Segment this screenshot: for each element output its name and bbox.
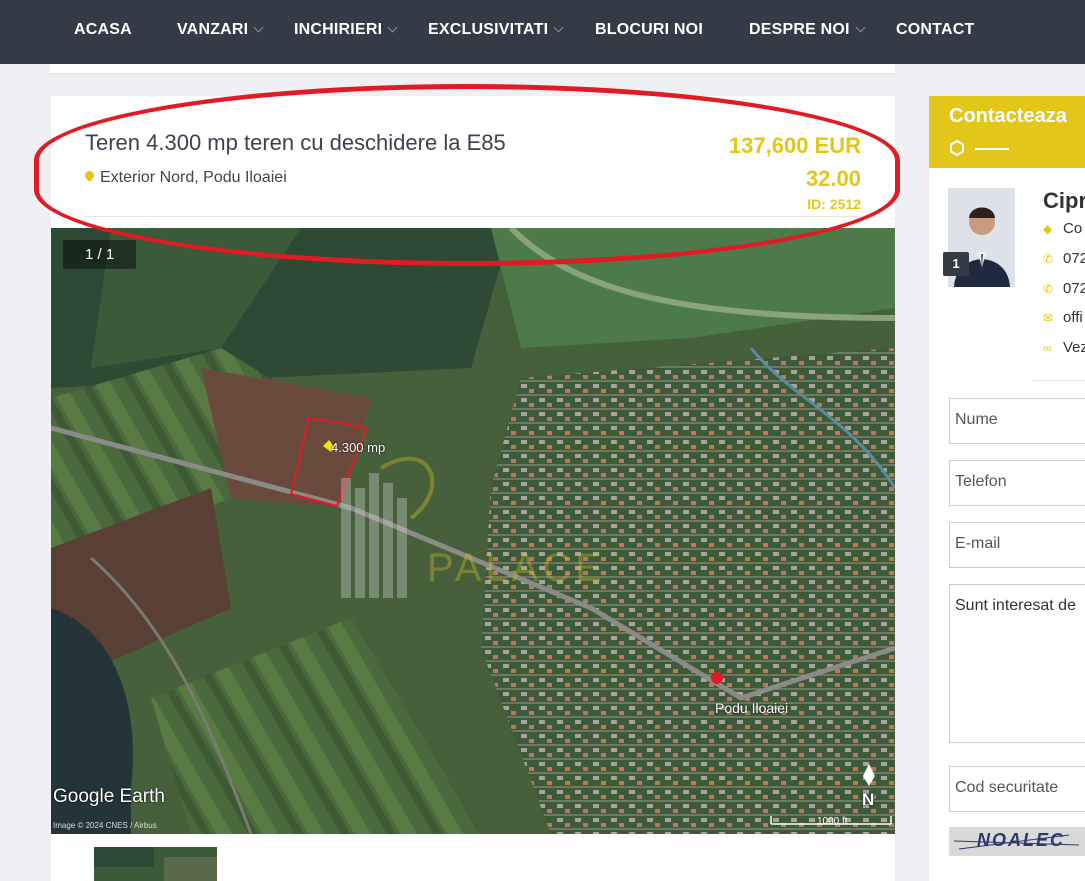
agent-info-email[interactable]: ✉ offi [1043, 309, 1083, 326]
nav-item-vanzari[interactable]: VANZARI [177, 21, 264, 39]
agent-badge: 1 [943, 252, 969, 276]
north-label: N [862, 790, 875, 809]
listing-location: Exterior Nord, Podu Iloaiei [83, 169, 287, 187]
nav-label: INCHIRIERI [294, 21, 383, 38]
name-field[interactable]: Nume [949, 398, 1085, 444]
chevron-down-icon [855, 22, 866, 33]
email-field[interactable]: E-mail [949, 522, 1085, 568]
info-text: Co [1063, 220, 1083, 237]
image-attribution: Image © 2024 CNES / Airbus [53, 821, 157, 830]
nav-label: BLOCURI NOI [595, 21, 703, 38]
phone-icon: ✆ [1043, 252, 1054, 266]
nav-label: DESPRE NOI [749, 21, 850, 38]
nav-item-acasa[interactable]: ACASA [74, 21, 132, 39]
info-text: Vez [1063, 339, 1085, 356]
nav-item-contact[interactable]: CONTACT [896, 21, 974, 39]
nav-item-exclusivitati[interactable]: EXCLUSIVITATI [428, 21, 564, 39]
envelope-icon: ✉ [1043, 311, 1054, 325]
info-text: offi [1063, 309, 1083, 326]
divider [1033, 380, 1085, 381]
chevron-down-icon [387, 22, 398, 33]
info-text: 072 [1063, 250, 1085, 267]
nav-label: EXCLUSIVITATI [428, 21, 549, 38]
divider [85, 216, 861, 217]
gallery-thumbnail[interactable] [94, 847, 217, 881]
tag-icon: ◆ [1043, 222, 1053, 236]
agent-info-phone-2[interactable]: ✆ 072 [1043, 280, 1085, 297]
listing-title: Teren 4.300 mp teren cu deschidere la E8… [85, 130, 506, 155]
captcha-image: NOALEC [949, 827, 1085, 856]
header-dash [975, 148, 1009, 150]
agent-info-category: ◆ Co [1043, 220, 1082, 237]
link-icon: ∞ [1043, 341, 1052, 355]
agent-name[interactable]: Cipr [1043, 188, 1085, 214]
watermark-text: PALACE [427, 546, 606, 590]
info-text: 072 [1063, 280, 1085, 297]
nav-label: CONTACT [896, 21, 975, 38]
nav-item-blocuri-noi[interactable]: BLOCURI NOI [595, 21, 703, 39]
message-textarea[interactable]: Sunt interesat de [949, 584, 1085, 743]
listing-price: 137,600 EUR [728, 133, 861, 158]
location-text: Exterior Nord, Podu Iloaiei [100, 169, 287, 186]
map-marker-icon [83, 169, 96, 182]
nav-item-despre-noi[interactable]: DESPRE NOI [749, 21, 866, 39]
satellite-map-image [51, 228, 895, 834]
chevron-down-icon [253, 22, 264, 33]
listing-card: Teren 4.300 mp teren cu deschidere la E8… [51, 96, 895, 881]
map-town-label: Podu Iloaiei [715, 700, 789, 716]
contact-header: Contacteaza [929, 96, 1085, 168]
map-area-label: 4.300 mp [331, 440, 386, 455]
nav-label: VANZARI [177, 21, 249, 38]
captcha-noise [953, 834, 1080, 850]
agent-info-link[interactable]: ∞ Vez [1043, 339, 1085, 356]
hexagon-icon [950, 140, 964, 156]
price-per-sqm: 32.00 [805, 166, 861, 191]
thumbnail-image [94, 847, 217, 881]
contact-title: Contacteaza [949, 105, 1067, 127]
contact-sidebar: Contacteaza 1 Cipr ◆ Co ✆ 072 ✆ 072 ✉ offi ∞… [929, 96, 1085, 881]
subnav-strip [50, 64, 895, 74]
phone-field[interactable]: Telefon [949, 460, 1085, 506]
phone-icon: ✆ [1043, 282, 1054, 296]
listing-photo[interactable]: 1 / 1 4.300 mp Podu Iloaiei PALACE Googl… [51, 228, 895, 834]
scale-label: 1000 ft [817, 816, 848, 827]
top-navigation: ACASA VANZARI INCHIRIERI EXCLUSIVITATI B… [0, 0, 1085, 64]
listing-id: ID: 2512 [807, 196, 861, 212]
agent-info-phone[interactable]: ✆ 072 [1043, 250, 1085, 267]
image-counter: 1 / 1 [63, 240, 137, 269]
nav-item-inchirieri[interactable]: INCHIRIERI [294, 21, 398, 39]
security-code-field[interactable]: Cod securitate [949, 766, 1085, 812]
google-earth-logo: Google Earth [53, 786, 165, 807]
chevron-down-icon [553, 22, 564, 33]
nav-label: ACASA [74, 21, 132, 38]
